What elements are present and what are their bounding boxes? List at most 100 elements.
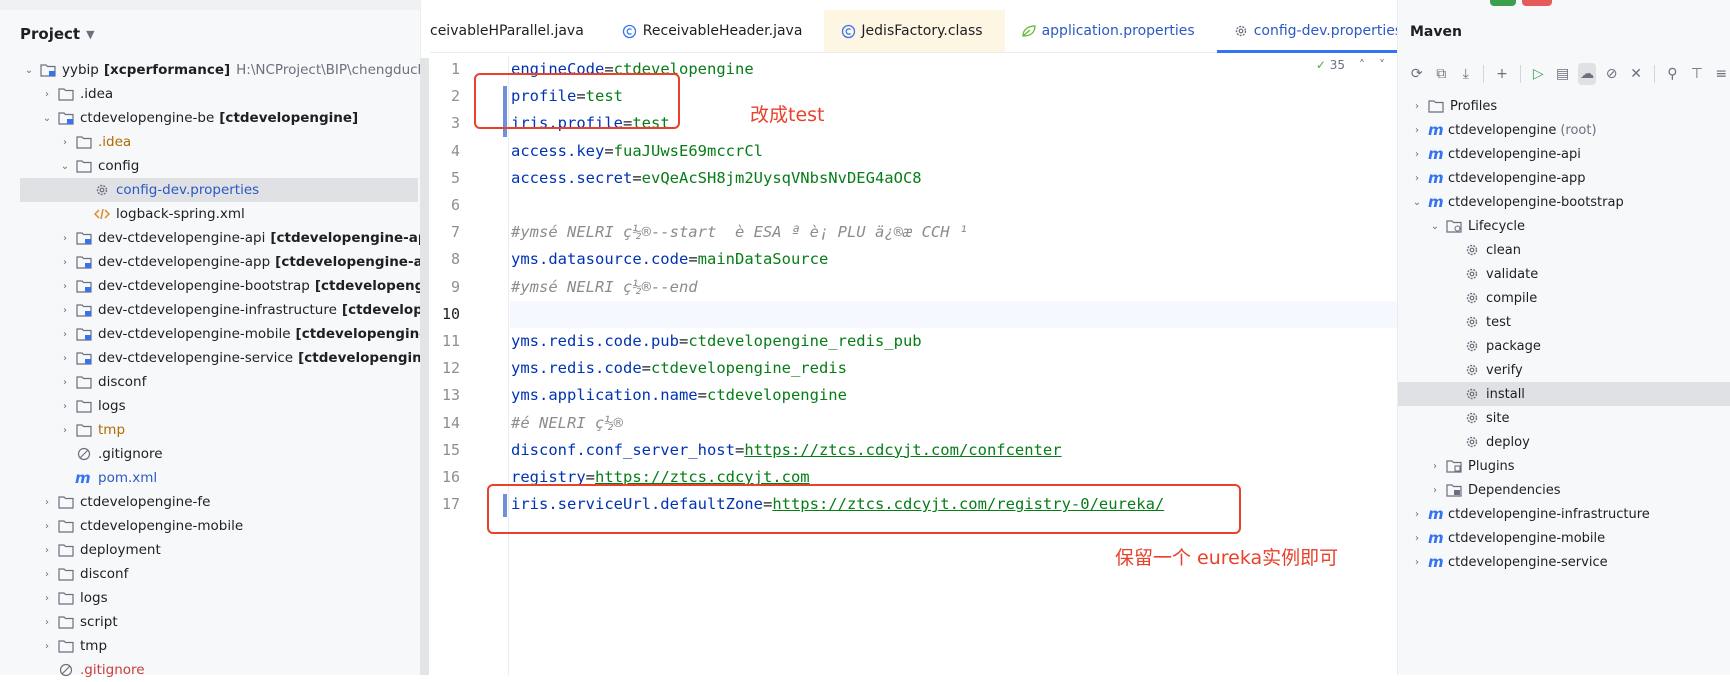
collapse-all-icon[interactable]: ✕ bbox=[1627, 63, 1644, 85]
chevron-down-icon[interactable]: ⌄ bbox=[40, 113, 54, 124]
tree-row[interactable]: › dev-ctdevelopengine-mobile [ctdevelopeng… bbox=[0, 322, 420, 346]
inspection-widget[interactable]: ✓ 35 ˄ ˅ bbox=[1316, 58, 1385, 72]
chevron-right-icon[interactable]: › bbox=[58, 377, 72, 388]
chevron-right-icon[interactable]: › bbox=[1428, 485, 1442, 496]
tree-row[interactable]: .gitignore bbox=[0, 658, 420, 682]
maven-tree-row[interactable]: clean bbox=[1398, 238, 1730, 262]
chevron-right-icon[interactable]: › bbox=[1410, 533, 1424, 544]
maven-tree-row[interactable]: › Profiles bbox=[1398, 94, 1730, 118]
chevron-down-icon[interactable]: ⌄ bbox=[1428, 221, 1442, 232]
maven-tree-row[interactable]: › m ctdevelopengine-app bbox=[1398, 166, 1730, 190]
maven-tree-row[interactable]: › Dependencies bbox=[1398, 478, 1730, 502]
chevron-down-icon[interactable]: ⌄ bbox=[58, 161, 72, 172]
maven-tree-row[interactable]: › m ctdevelopengine-mobile bbox=[1398, 526, 1730, 550]
maven-tree-row[interactable]: › m ctdevelopengine-infrastructure bbox=[1398, 502, 1730, 526]
chevron-right-icon[interactable]: › bbox=[58, 353, 72, 364]
tree-row[interactable]: › ctdevelopengine-mobile bbox=[0, 514, 420, 538]
chevron-down-icon[interactable]: ⌄ bbox=[22, 65, 36, 76]
skip-tests-icon[interactable]: ⊘ bbox=[1603, 63, 1620, 85]
chevron-down-icon[interactable]: ˅ bbox=[1379, 58, 1385, 72]
chevron-right-icon[interactable]: › bbox=[40, 569, 54, 580]
editor-tab[interactable]: ceivableHParallel.java bbox=[430, 10, 606, 52]
chevron-right-icon[interactable]: › bbox=[58, 425, 72, 436]
chevron-right-icon[interactable]: › bbox=[1428, 461, 1442, 472]
maven-tree-row[interactable]: install bbox=[1398, 382, 1730, 406]
tree-row[interactable]: › dev-ctdevelopengine-api [ctdevelopengine… bbox=[0, 226, 420, 250]
tree-row[interactable]: › dev-ctdevelopengine-app [ctdevelopengine… bbox=[0, 250, 420, 274]
chevron-right-icon[interactable]: › bbox=[58, 305, 72, 316]
project-header[interactable]: Project ▼ bbox=[0, 10, 420, 58]
tree-row[interactable]: › tmp bbox=[0, 634, 420, 658]
maven-tree-row[interactable]: site bbox=[1398, 406, 1730, 430]
chevron-right-icon[interactable]: › bbox=[1410, 173, 1424, 184]
download-icon[interactable]: ⤓ bbox=[1457, 63, 1474, 85]
code-line[interactable]: yms.redis.code=ctdevelopengine_redis bbox=[511, 355, 847, 382]
chevron-right-icon[interactable]: › bbox=[1410, 101, 1424, 112]
chevron-down-icon[interactable]: ▼ bbox=[86, 28, 94, 41]
tree-row[interactable]: › logs bbox=[0, 586, 420, 610]
chevron-right-icon[interactable]: › bbox=[58, 257, 72, 268]
tree-row[interactable]: › disconf bbox=[0, 562, 420, 586]
code-line[interactable]: yms.application.name=ctdevelopengine bbox=[511, 382, 847, 409]
chevron-right-icon[interactable]: › bbox=[58, 233, 72, 244]
generate-sources-icon[interactable]: ⧉ bbox=[1432, 63, 1449, 85]
run-icon[interactable]: ▷ bbox=[1529, 63, 1546, 85]
chevron-right-icon[interactable]: › bbox=[40, 641, 54, 652]
tree-row[interactable]: ⌄ yybip [xcperformance] H:\NCProject\BIP\ch… bbox=[0, 58, 420, 82]
chevron-right-icon[interactable]: › bbox=[1410, 149, 1424, 160]
tree-row[interactable]: › script bbox=[0, 610, 420, 634]
code-line[interactable] bbox=[510, 300, 1397, 328]
chevron-right-icon[interactable]: › bbox=[58, 137, 72, 148]
code-line[interactable]: #é NELRI ç½® bbox=[511, 410, 623, 437]
code-line[interactable]: #ymsé NELRI ç½®--end bbox=[511, 274, 698, 301]
tree-row[interactable]: › ctdevelopengine-fe bbox=[0, 490, 420, 514]
chevron-up-icon[interactable]: ˄ bbox=[1359, 58, 1365, 72]
chevron-right-icon[interactable]: › bbox=[1410, 125, 1424, 136]
code-line[interactable]: #ymsé NELRI ç½®--start è ESA ª è¡ PLU ä¿… bbox=[511, 219, 968, 246]
chevron-right-icon[interactable]: › bbox=[40, 617, 54, 628]
tree-row[interactable]: › .idea bbox=[0, 82, 420, 106]
tree-row[interactable]: .gitignore bbox=[0, 442, 420, 466]
chevron-right-icon[interactable]: › bbox=[40, 89, 54, 100]
tree-row[interactable]: ⌄ config bbox=[0, 154, 420, 178]
add-icon[interactable]: + bbox=[1493, 63, 1510, 85]
maven-tree-row[interactable]: compile bbox=[1398, 286, 1730, 310]
maven-tree-row[interactable]: package bbox=[1398, 334, 1730, 358]
code-line[interactable]: yms.datasource.code=mainDataSource bbox=[511, 246, 828, 273]
tree-row[interactable]: › dev-ctdevelopengine-bootstrap [ctdevelop… bbox=[0, 274, 420, 298]
tree-row[interactable]: › .idea bbox=[0, 130, 420, 154]
tree-row[interactable]: › logs bbox=[0, 394, 420, 418]
tree-row[interactable]: ⌄ ctdevelopengine-be [ctdevelopengine] bbox=[0, 106, 420, 130]
analyze-dependencies-icon[interactable]: ⚲ bbox=[1664, 63, 1681, 85]
tree-row[interactable]: › dev-ctdevelopengine-infrastructure [ctde… bbox=[0, 298, 420, 322]
code-line[interactable]: access.key=fuaJUwsE69mccrCl bbox=[511, 138, 763, 165]
offline-mode-icon[interactable]: ☁ bbox=[1578, 63, 1596, 85]
maven-tree-row[interactable]: validate bbox=[1398, 262, 1730, 286]
tree-row[interactable]: › tmp bbox=[0, 418, 420, 442]
tree-row[interactable]: › deployment bbox=[0, 538, 420, 562]
url-link[interactable]: https://ztcs.cdcyjt.com/confcenter bbox=[744, 441, 1061, 459]
tree-row[interactable]: › disconf bbox=[0, 370, 420, 394]
maven-tree-row[interactable]: › m ctdevelopengine-service bbox=[1398, 550, 1730, 574]
maven-tree-row[interactable]: verify bbox=[1398, 358, 1730, 382]
maven-tree-row[interactable]: › m ctdevelopengine-api bbox=[1398, 142, 1730, 166]
editor-tab[interactable]: ReceivableHeader.java bbox=[606, 10, 825, 52]
code-line[interactable]: yms.redis.code.pub=ctdevelopengine_redis… bbox=[511, 328, 922, 355]
chevron-right-icon[interactable]: › bbox=[40, 545, 54, 556]
tree-row[interactable]: › dev-ctdevelopengine-service [ctdevelopen… bbox=[0, 346, 420, 370]
chevron-right-icon[interactable]: › bbox=[58, 281, 72, 292]
project-scrollbar[interactable] bbox=[420, 58, 429, 675]
settings-icon[interactable]: ≡ bbox=[1713, 63, 1730, 85]
maven-tree-row[interactable]: ⌄ Lifecycle bbox=[1398, 214, 1730, 238]
maven-tree-row[interactable]: deploy bbox=[1398, 430, 1730, 454]
reload-icon[interactable]: ⟳ bbox=[1408, 63, 1425, 85]
editor-tab[interactable]: application.properties bbox=[1005, 10, 1217, 52]
maven-tree-row[interactable]: › m ctdevelopengine (root) bbox=[1398, 118, 1730, 142]
tree-row[interactable]: m pom.xml bbox=[0, 466, 420, 490]
tree-row[interactable]: config-dev.properties bbox=[20, 178, 418, 202]
show-ignored-icon[interactable]: ⊤ bbox=[1688, 63, 1705, 85]
maven-tree-row[interactable]: ⌄ m ctdevelopengine-bootstrap bbox=[1398, 190, 1730, 214]
chevron-right-icon[interactable]: › bbox=[40, 497, 54, 508]
chevron-right-icon[interactable]: › bbox=[58, 401, 72, 412]
chevron-right-icon[interactable]: › bbox=[1410, 509, 1424, 520]
